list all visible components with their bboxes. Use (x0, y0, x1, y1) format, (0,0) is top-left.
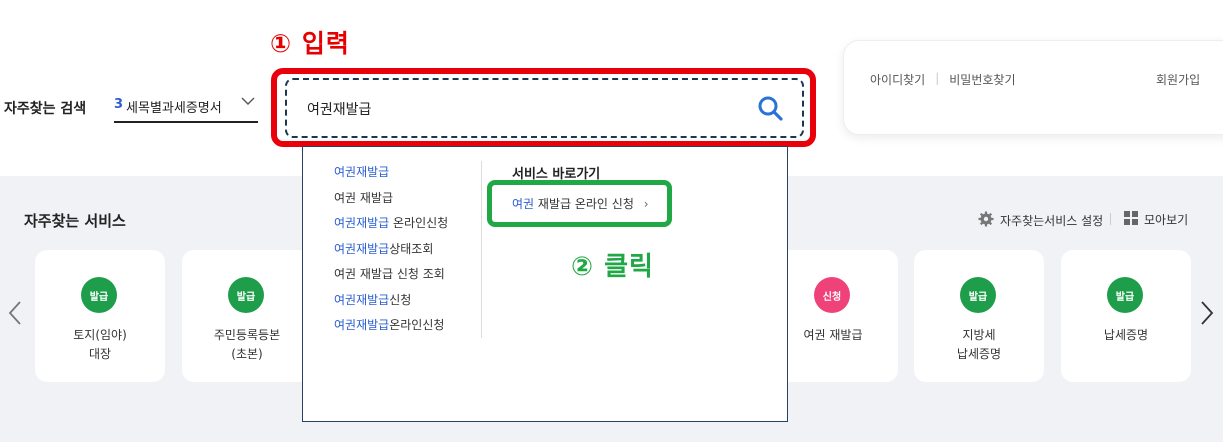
suggestion-item[interactable]: 여권재발급 온라인신청 (334, 215, 448, 241)
view-all-label: 모아보기 (1144, 213, 1189, 227)
suggestion-item[interactable]: 여권재발급온라인신청 (334, 317, 448, 343)
toolbar-divider (1110, 213, 1111, 225)
service-name: 주민등록등본 (초본) (213, 328, 281, 361)
favorite-search-label: 자주찾는 검색 (4, 101, 87, 117)
service-card[interactable]: 발급 납세증명 (1061, 250, 1191, 382)
services-title: 자주찾는 서비스 (24, 212, 126, 230)
favorite-search-rank: 3 (114, 97, 124, 112)
login-card: 아이디찾기 | 비밀번호찾기 회원가입 (843, 40, 1223, 135)
suggestion-item[interactable]: 여권재발급 (334, 164, 448, 190)
service-badge: 발급 (228, 277, 264, 313)
service-card[interactable]: 발급 지방세 납세증명 (914, 250, 1044, 382)
favorite-search-select[interactable]: 3 세목별과세증명서 (114, 97, 258, 123)
step2-annotation: ② 클릭 (571, 252, 654, 282)
grid-icon (1124, 211, 1138, 228)
find-password-link[interactable]: 비밀번호찾기 (949, 71, 1015, 88)
suggestion-list: 여권재발급 여권 재발급 여권재발급 온라인신청 여권재발급상태조회 여권 재발… (334, 164, 448, 343)
favorite-search-value: 세목별과세증명서 (126, 101, 222, 116)
services-settings-button[interactable]: 자주찾는서비스 설정 (978, 211, 1103, 230)
link-separator: | (935, 71, 940, 85)
dropdown-divider (481, 161, 482, 338)
services-settings-label: 자주찾는서비스 설정 (1000, 214, 1104, 228)
service-name: 납세증명 (1103, 328, 1149, 342)
step1-annotation: ① 입력 (270, 29, 350, 58)
service-card[interactable]: 발급 주민등록등본 (초본) (182, 250, 312, 382)
service-name: 지방세 납세증명 (956, 328, 1002, 361)
suggestion-item[interactable]: 여권재발급신청 (334, 292, 448, 318)
view-all-button[interactable]: 모아보기 (1124, 211, 1188, 228)
step2-highlight-frame (487, 180, 672, 227)
find-id-link[interactable]: 아이디찾기 (870, 71, 925, 88)
search-box[interactable] (285, 78, 804, 138)
service-card[interactable]: 발급 토지(임야) 대장 (35, 250, 165, 382)
join-link[interactable]: 회원가입 (1156, 71, 1200, 88)
carousel-prev-icon[interactable] (8, 300, 22, 332)
gear-icon (978, 211, 994, 230)
suggestion-item[interactable]: 여권 재발급 (334, 190, 448, 216)
service-badge: 발급 (1107, 277, 1143, 313)
service-badge: 신청 (814, 277, 850, 313)
service-name: 토지(임야) 대장 (73, 328, 127, 361)
suggestion-item[interactable]: 여권재발급상태조회 (334, 241, 448, 267)
search-input[interactable] (307, 98, 747, 120)
chevron-down-icon (240, 93, 256, 113)
suggestion-item[interactable]: 여권 재발급 신청 조회 (334, 266, 448, 292)
search-icon[interactable] (756, 94, 784, 122)
carousel-next-icon[interactable] (1200, 300, 1214, 332)
service-badge: 발급 (81, 277, 117, 313)
service-badge: 발급 (960, 277, 996, 313)
